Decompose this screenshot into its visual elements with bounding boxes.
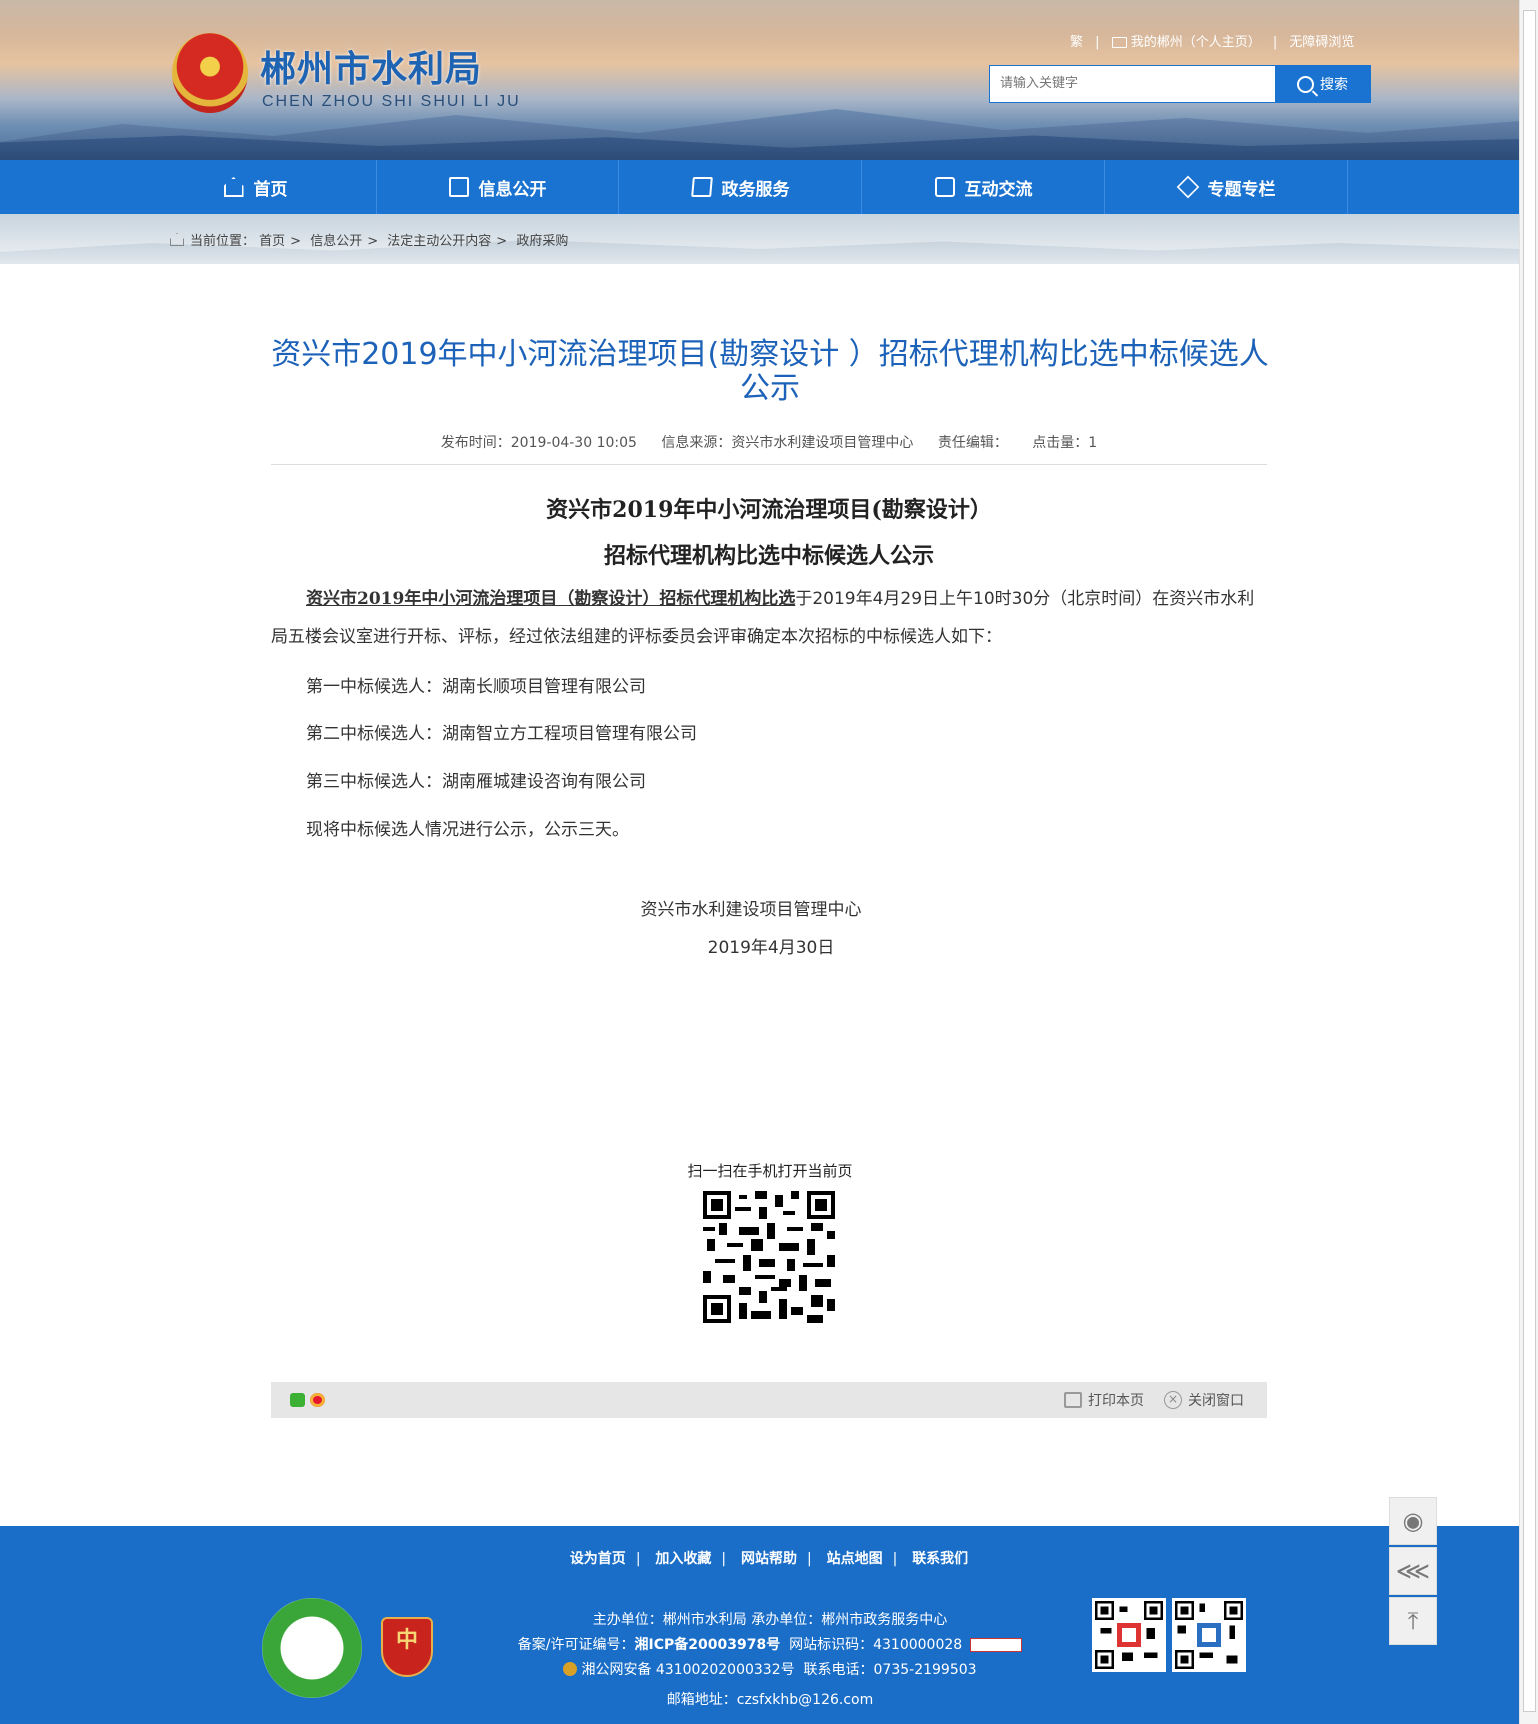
click-count: 点击量：1 — [1032, 435, 1098, 451]
my-chenzhou-link[interactable]: 我的郴州（个人主页） — [1131, 35, 1261, 50]
nav-info-open[interactable]: 信息公开 — [377, 160, 619, 214]
icp-label: 备案/许可证编号： — [517, 1637, 635, 1653]
footer-link-sitemap[interactable]: 站点地图 — [827, 1551, 883, 1567]
site-title-en: CHEN ZHOU SHI SHUI LI JU — [262, 93, 521, 110]
doc-title-line-2: 招标代理机构比选中标候选人公示 — [603, 543, 934, 569]
layers-icon — [1176, 175, 1199, 199]
footer-link-favorite[interactable]: 加入收藏 — [655, 1551, 711, 1567]
nav-home[interactable]: 首页 — [135, 160, 377, 214]
info-source: 信息来源：资兴市水利建设项目管理中心 — [661, 435, 914, 451]
civilized-website-badge[interactable] — [262, 1598, 362, 1698]
sign-org-text: 资兴市水利建设项目管理中心 — [640, 900, 862, 920]
footer-link-set-home[interactable]: 设为首页 — [570, 1551, 626, 1567]
breadcrumb-statutory[interactable]: 法定主动公开内容 — [387, 234, 491, 249]
nav-special-topics[interactable]: 专题专栏 — [1106, 160, 1348, 214]
publish-time: 发布时间：2019-04-30 10:05 — [440, 435, 637, 451]
breadcrumb-prefix: 当前位置： — [190, 234, 256, 249]
closing-text: 现将中标候选人情况进行公示，公示三天。 — [306, 820, 629, 840]
top-links: 繁 | 我的郴州（个人主页） | 无障碍浏览 — [1070, 35, 1355, 50]
cnzz-icon[interactable] — [970, 1638, 1023, 1652]
search-button-label: 搜索 — [1320, 77, 1348, 93]
side-tools: ◉ ⋘ ⤒ — [1389, 1497, 1437, 1647]
home-icon — [223, 177, 244, 197]
police-badge-icon — [563, 1662, 578, 1676]
breadcrumb: 当前位置： 首页 > 信息公开 > 法定主动公开内容 > 政府采购 — [170, 230, 568, 249]
intro-project-name: 资兴市2019年中小河流治理项目（勘察设计）招标代理机构比选 — [306, 589, 796, 609]
nav-special-topics-label: 专题专栏 — [1207, 179, 1276, 200]
candidate-1: 第一中标候选人：湖南长顺项目管理有限公司 — [306, 677, 646, 697]
article-title: 资兴市2019年中小河流治理项目(勘察设计 ）招标代理机构比选中标候选人公示 — [271, 337, 1269, 406]
breadcrumb-info-open[interactable]: 信息公开 — [310, 234, 362, 249]
footer-qr-code-icon — [1092, 1598, 1166, 1672]
footer-email: 邮箱地址：czsfxkhb@126.com — [666, 1692, 874, 1708]
document-icon — [448, 177, 469, 197]
qr-caption: 扫一扫在手机打开当前页 — [687, 1162, 853, 1180]
intro-paragraph: 资兴市2019年中小河流治理项目（勘察设计）招标代理机构比选于2019年4月29… — [271, 580, 1267, 656]
footer-link-contact[interactable]: 联系我们 — [912, 1551, 968, 1567]
wechat-share-icon[interactable] — [290, 1393, 305, 1407]
traditional-chinese-link[interactable]: 繁 — [1070, 35, 1083, 50]
nav-interaction-label: 互动交流 — [964, 179, 1033, 200]
site-title[interactable]: 郴州市水利局 — [260, 40, 482, 92]
print-label: 打印本页 — [1088, 1393, 1144, 1409]
chat-icon — [934, 177, 955, 197]
scrollbar-thumb[interactable] — [1523, 10, 1536, 1712]
print-button[interactable]: 打印本页 — [1064, 1390, 1144, 1410]
footer-host: 主办单位：郴州市水利局 承办单位：郴州市政务服务中心 — [592, 1612, 948, 1628]
article-meta: 发布时间：2019-04-30 10:05 信息来源：资兴市水利建设项目管理中心… — [270, 432, 1268, 452]
candidate-2: 第二中标候选人：湖南智立方工程项目管理有限公司 — [306, 724, 697, 744]
footer-police: 湘公网安备 43100202000332号 联系电话：0735-2199503 — [480, 1659, 1060, 1679]
close-label: 关闭窗口 — [1188, 1393, 1244, 1409]
accessible-browse-link[interactable]: 无障碍浏览 — [1289, 35, 1354, 50]
home-icon — [170, 233, 184, 246]
footer-links: 设为首页 | 加入收藏 | 网站帮助 | 站点地图 | 联系我们 — [569, 1551, 969, 1567]
nav-interaction[interactable]: 互动交流 — [863, 160, 1105, 214]
footer-icp: 备案/许可证编号：湘ICP备20003978号 网站标识码：4310000028 — [480, 1634, 1060, 1654]
back-to-top-icon[interactable]: ⤒ — [1389, 1597, 1437, 1645]
footer-link-help[interactable]: 网站帮助 — [741, 1551, 797, 1567]
wechat-icon[interactable]: ◉ — [1389, 1497, 1437, 1545]
printer-icon — [1064, 1392, 1082, 1408]
nav-gov-service-label: 政务服务 — [721, 179, 790, 200]
candidate-3: 第三中标候选人：湖南雁城建设咨询有限公司 — [306, 772, 646, 792]
footer-qr-code-icon-2 — [1172, 1598, 1246, 1672]
search-icon — [1297, 75, 1314, 93]
qr-code-icon — [703, 1191, 835, 1323]
breadcrumb-home[interactable]: 首页 — [259, 234, 285, 249]
contact-phone: 联系电话：0735-2199503 — [803, 1662, 977, 1678]
divider — [271, 464, 1267, 465]
sign-date-text: 2019年4月30日 — [707, 938, 835, 958]
search-box: 搜索 — [989, 65, 1371, 103]
editor: 责任编辑： — [937, 435, 1008, 451]
police-number[interactable]: 湘公网安备 43100202000332号 — [581, 1662, 794, 1678]
nav-info-open-label: 信息公开 — [478, 179, 547, 200]
nav-gov-service[interactable]: 政务服务 — [620, 160, 862, 214]
national-emblem-icon — [172, 33, 248, 113]
scrollbar[interactable] — [1519, 0, 1538, 1724]
breadcrumb-procurement[interactable]: 政府采购 — [516, 234, 568, 249]
party-gov-badge[interactable]: 中 — [381, 1617, 433, 1677]
main-nav: 首页 信息公开 政务服务 互动交流 专题专栏 — [0, 160, 1520, 214]
doc-title-line-1: 资兴市2019年中小河流治理项目(勘察设计） — [546, 497, 992, 523]
weibo-share-icon[interactable] — [310, 1393, 325, 1407]
icp-number[interactable]: 湘ICP备20003978号 — [635, 1637, 781, 1653]
close-window-button[interactable]: × 关闭窗口 — [1164, 1390, 1244, 1410]
nav-home-label: 首页 — [253, 179, 288, 200]
site-code: 网站标识码：4310000028 — [789, 1637, 963, 1653]
edit-icon — [690, 177, 713, 197]
search-button[interactable]: 搜索 — [1275, 66, 1370, 102]
share-toolbar: 打印本页 × 关闭窗口 — [271, 1382, 1267, 1418]
search-input[interactable] — [990, 66, 1280, 100]
monitor-icon — [1111, 37, 1127, 48]
close-icon: × — [1164, 1391, 1182, 1409]
